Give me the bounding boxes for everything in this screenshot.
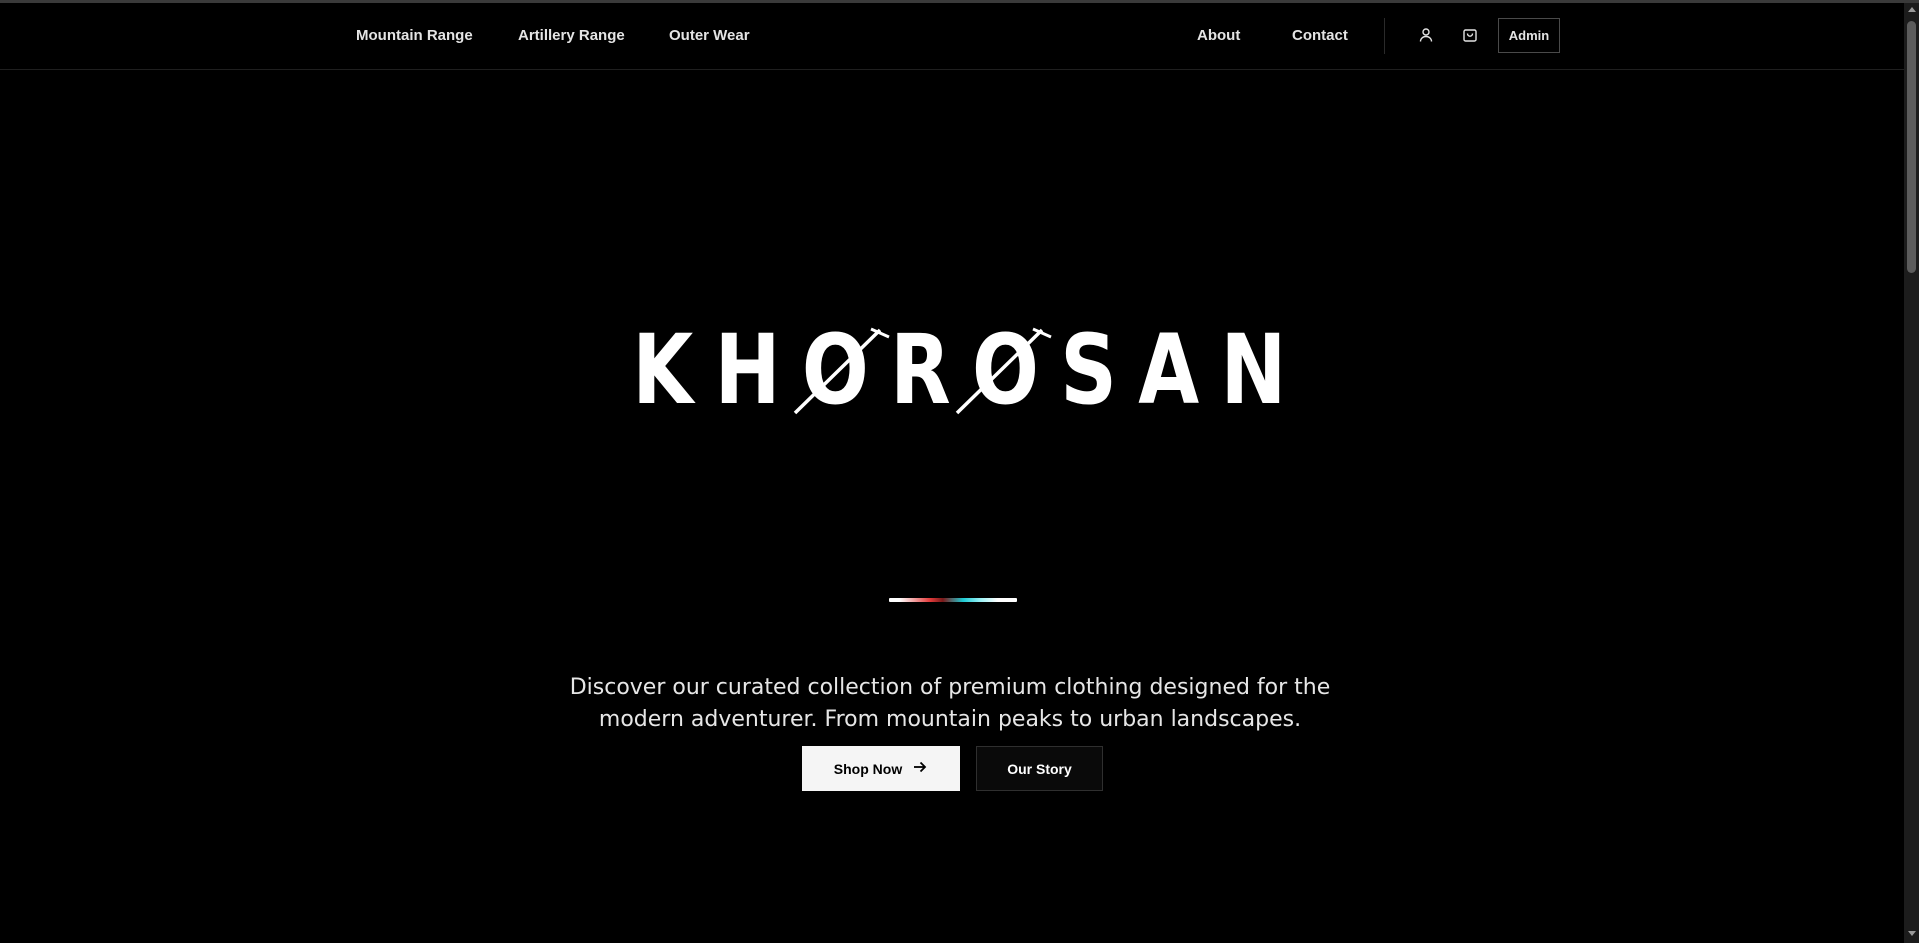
our-story-button[interactable]: Our Story: [976, 746, 1103, 791]
vertical-scrollbar[interactable]: [1904, 3, 1919, 943]
shop-now-button[interactable]: Shop Now: [802, 746, 960, 791]
nav-link-contact[interactable]: Contact: [1292, 3, 1348, 69]
nav-divider: [1384, 18, 1385, 54]
nav-link-about[interactable]: About: [1197, 3, 1240, 69]
shop-now-label: Shop Now: [833, 760, 903, 777]
brand-logo: KHOROSAN: [632, 310, 1286, 430]
sword-glyphs: [793, 327, 1052, 415]
scrollbar-thumb[interactable]: [1907, 21, 1916, 273]
accent-divider: [889, 598, 1017, 602]
scroll-up-icon[interactable]: [1908, 7, 1916, 12]
top-navbar: Mountain Range Artillery Range Outer Wea…: [0, 3, 1904, 70]
nav-link-mountain-range[interactable]: Mountain Range: [356, 3, 473, 69]
arrow-right-icon: [912, 759, 928, 778]
hero-tagline: Discover our curated collection of premi…: [569, 675, 1331, 732]
admin-button[interactable]: Admin: [1498, 18, 1560, 53]
user-icon[interactable]: [1414, 23, 1438, 47]
nav-link-artillery-range[interactable]: Artillery Range: [518, 3, 625, 69]
scroll-down-icon[interactable]: [1908, 931, 1916, 936]
shopping-bag-icon[interactable]: [1458, 23, 1482, 47]
nav-link-outer-wear[interactable]: Outer Wear: [669, 3, 750, 69]
